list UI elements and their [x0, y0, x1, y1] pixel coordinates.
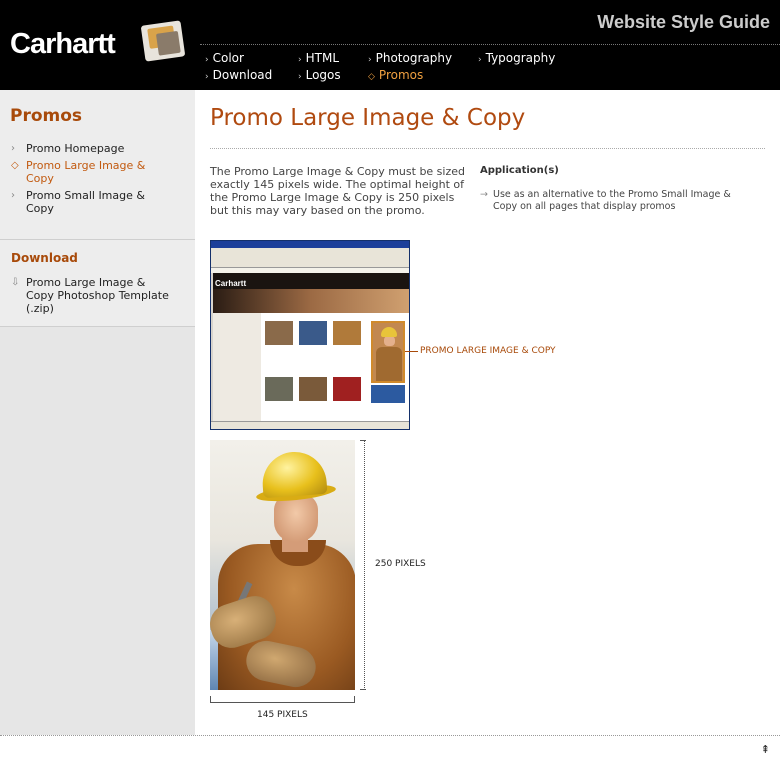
download-title: Download: [11, 251, 78, 265]
chevron-right-icon: ›: [11, 143, 15, 154]
height-dimension-line: [364, 440, 365, 690]
nav-item-photography[interactable]: › Photography: [368, 51, 452, 65]
sidebar-download-section: Download ⇩ Promo Large Image & Copy Photo…: [0, 240, 195, 327]
nav-item-html[interactable]: › HTML: [298, 51, 339, 65]
nav-arrow-icon: ›: [205, 55, 209, 65]
intro-text: The Promo Large Image & Copy must be siz…: [210, 165, 465, 217]
application-heading: Application(s): [480, 165, 559, 176]
nav-item-promos[interactable]: ◇ Promos: [368, 68, 423, 82]
nav-item-color[interactable]: › Color: [205, 51, 244, 65]
callout-leader-line: [405, 351, 418, 352]
width-tick-left: [210, 696, 211, 703]
sidebar-item-promo-small[interactable]: › Promo Small Image & Copy: [0, 189, 150, 215]
callout-label: PROMO LARGE IMAGE & COPY: [420, 346, 556, 356]
nav-arrow-icon: ›: [298, 72, 302, 82]
back-to-top-icon[interactable]: ⇞: [761, 743, 770, 756]
download-template-link[interactable]: ⇩ Promo Large Image & Copy Photoshop Temp…: [0, 276, 170, 315]
height-tick-bottom: [360, 689, 366, 690]
site-title: Website Style Guide: [597, 12, 770, 32]
footer-divider: [0, 735, 780, 736]
nav-arrow-icon: ›: [205, 72, 209, 82]
page-title: Promo Large Image & Copy: [210, 105, 526, 131]
sidebar-title: Promos: [10, 106, 83, 126]
width-tick-right: [354, 696, 355, 703]
nav-arrow-icon: ›: [368, 55, 372, 65]
carhartt-logo[interactable]: Carhartt: [10, 28, 116, 61]
browser-screenshot-image: Carhartt: [210, 240, 410, 430]
title-divider: [210, 148, 765, 149]
diamond-icon: ◇: [11, 160, 19, 171]
promo-large-image: [210, 440, 355, 690]
sidebar: Promos › Promo Homepage ◇ Promo Large Imag…: [0, 90, 195, 735]
nav-arrow-icon: ›: [478, 55, 482, 65]
application-item: → Use as an alternative to the Promo Smal…: [480, 189, 731, 212]
download-icon: ⇩: [11, 277, 20, 288]
sidebar-promos-section: Promos › Promo Homepage ◇ Promo Large Imag…: [0, 90, 195, 240]
chevron-right-icon: ›: [11, 190, 15, 201]
nav-item-logos[interactable]: › Logos: [298, 68, 341, 82]
nav-item-download[interactable]: › Download: [205, 68, 272, 82]
nav-arrow-icon: ›: [298, 55, 302, 65]
height-label: 250 PIXELS: [375, 559, 426, 569]
sidebar-item-promo-homepage[interactable]: › Promo Homepage: [0, 142, 170, 155]
nav-divider: [200, 44, 780, 45]
diamond-icon: ◇: [368, 72, 375, 82]
sidebar-item-promo-large[interactable]: ◇ Promo Large Image & Copy: [0, 159, 150, 185]
site-header: Carhartt Website Style Guide › Color › HTM…: [0, 0, 780, 90]
nav-item-typography[interactable]: › Typography: [478, 51, 555, 65]
width-label: 145 PIXELS: [257, 710, 308, 720]
main-content: Promo Large Image & Copy The Promo Large…: [195, 90, 780, 735]
width-dimension-line: [210, 702, 355, 703]
height-tick-top: [360, 440, 366, 441]
carhartt-badge-icon: [140, 20, 186, 62]
arrow-right-icon: →: [480, 189, 488, 200]
